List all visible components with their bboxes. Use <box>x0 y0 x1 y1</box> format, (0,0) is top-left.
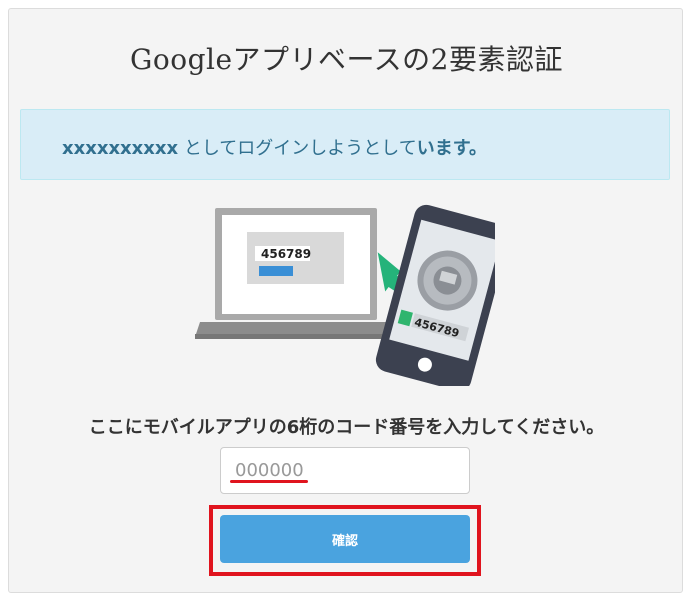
page-title: Googleアプリベースの2要素認証 <box>130 43 563 76</box>
laptop-icon: 456789 <box>195 208 397 339</box>
username-text: xxxxxxxxxx <box>62 138 179 159</box>
code-prompt: ここにモバイルアプリの6桁のコード番号を入力してください。 <box>88 417 605 438</box>
two-factor-illustration: 456789 456789 <box>195 204 495 386</box>
info-middle-text: としてログインしようとして <box>178 138 417 159</box>
login-info-alert: xxxxxxxxxx としてログインしようとしています。 <box>20 109 670 180</box>
info-end-text: います。 <box>416 138 487 159</box>
code-input[interactable] <box>220 447 470 494</box>
phone-icon: 456789 <box>375 204 495 386</box>
laptop-code-text: 456789 <box>261 247 311 261</box>
confirm-button[interactable]: 確認 <box>220 515 470 563</box>
red-underline-annotation <box>230 480 308 483</box>
